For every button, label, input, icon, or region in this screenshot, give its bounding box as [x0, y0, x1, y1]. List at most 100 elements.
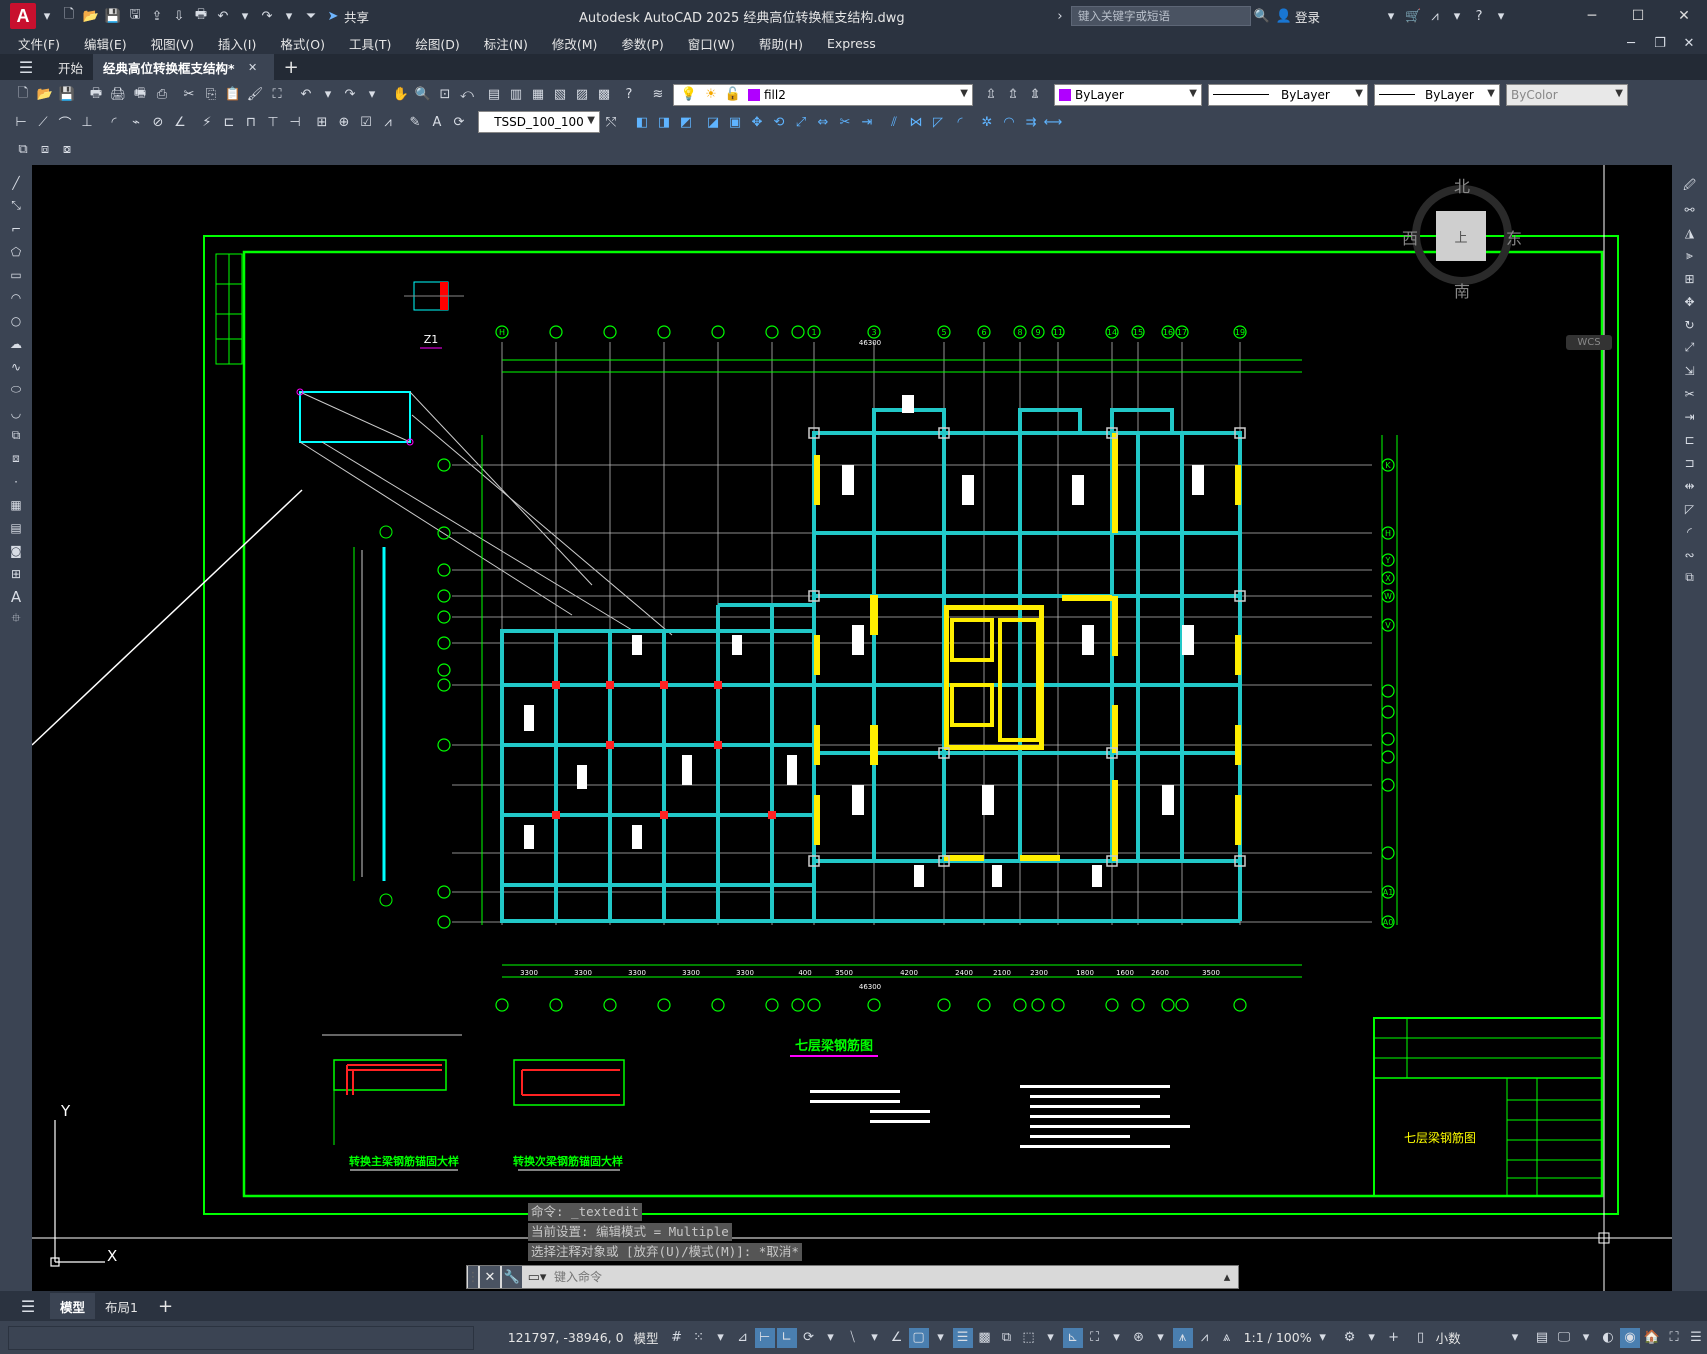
dim-break-icon[interactable]: ⊣: [285, 112, 305, 132]
array-vertical-icon[interactable]: ⊞: [1679, 268, 1701, 289]
make-current-layer-icon[interactable]: ⇫: [981, 85, 1001, 105]
inspection-icon[interactable]: ☑: [356, 112, 376, 132]
3d-osnap-dropdown-icon[interactable]: ▾: [1041, 1328, 1061, 1348]
menu-parametric[interactable]: 参数(P): [609, 34, 675, 53]
paste-icon[interactable]: 📋: [223, 85, 243, 105]
explode-icon[interactable]: ✲: [977, 112, 997, 132]
dynamic-input-icon[interactable]: ⊢: [754, 1327, 775, 1348]
explode-vertical-icon[interactable]: ⧉: [1679, 567, 1701, 588]
add-selected-icon[interactable]: ⯐: [5, 609, 27, 630]
menu-insert[interactable]: 插入(I): [206, 34, 268, 53]
open-icon[interactable]: 📂: [35, 85, 55, 105]
make-block-icon[interactable]: ⧈: [5, 448, 27, 469]
maximize-button[interactable]: ☐: [1615, 0, 1661, 32]
gradient-icon[interactable]: ▤: [5, 517, 27, 538]
stretch-vertical-icon[interactable]: ⇲: [1679, 360, 1701, 381]
hatch-icon[interactable]: ▦: [5, 494, 27, 515]
menu-express[interactable]: Express: [815, 36, 888, 51]
layer-dropdown-icon[interactable]: ▼: [960, 88, 968, 99]
calculator-icon[interactable]: ▩: [594, 85, 614, 105]
ellipse-icon[interactable]: ⬭: [5, 379, 27, 400]
save-as-icon[interactable]: 🖫: [125, 6, 145, 26]
redo-tb-dropdown-icon[interactable]: ▾: [362, 85, 382, 105]
layer-combo[interactable]: 💡 ☀ 🔓 fill2 ▼: [673, 83, 973, 106]
chamfer-icon[interactable]: ◸: [928, 112, 948, 132]
polygon-icon[interactable]: ⬠: [5, 241, 27, 262]
tab-start[interactable]: 开始: [48, 54, 93, 80]
annotation-scale-dropdown-icon[interactable]: ▾: [1313, 1328, 1333, 1348]
layer-properties-icon[interactable]: ≋: [648, 85, 668, 105]
menu-edit[interactable]: 编辑(E): [72, 34, 139, 53]
object-snap-dropdown-icon[interactable]: ▾: [931, 1328, 951, 1348]
workspace-gear-icon[interactable]: ⚙: [1340, 1328, 1360, 1348]
gizmo-icon[interactable]: ⊛: [1129, 1328, 1149, 1348]
matchprop-icon[interactable]: 🖌: [245, 85, 265, 105]
viewcube-top-face[interactable]: 上: [1436, 211, 1486, 261]
polyline-icon[interactable]: ⌐: [5, 218, 27, 239]
layer-previous-icon[interactable]: ⇬: [1003, 85, 1023, 105]
offset-icon[interactable]: ◪: [703, 112, 723, 132]
object-snap-icon[interactable]: ▢: [908, 1327, 929, 1348]
user-icon[interactable]: 👤: [1274, 6, 1294, 26]
quick-properties-icon[interactable]: ▤: [1532, 1328, 1552, 1348]
trim-icon[interactable]: ✂: [835, 112, 855, 132]
circle-icon[interactable]: ○: [5, 310, 27, 331]
units-icon[interactable]: ▯: [1411, 1328, 1431, 1348]
viewcube-east[interactable]: 东: [1506, 225, 1522, 249]
search-expand-icon[interactable]: ›: [1050, 6, 1070, 26]
dimstyle-dropdown-icon[interactable]: ▼: [587, 115, 595, 126]
ortho-icon[interactable]: ∟: [776, 1327, 797, 1348]
region-icon[interactable]: ◙: [5, 540, 27, 561]
selection-filter-dropdown-icon[interactable]: ▾: [1107, 1328, 1127, 1348]
tab-add-layout[interactable]: +: [148, 1293, 183, 1319]
autocad-app-icon[interactable]: A: [10, 3, 36, 29]
hardware-acceleration-icon[interactable]: ◉: [1620, 1327, 1640, 1348]
draworder-icon[interactable]: ⧉: [13, 139, 33, 159]
web-open-icon[interactable]: ⇪: [147, 6, 167, 26]
viewcube-north[interactable]: 北: [1454, 173, 1470, 197]
isodraft-icon[interactable]: ⧹: [843, 1328, 863, 1348]
break-icon[interactable]: ⫽: [884, 112, 904, 132]
search-icon[interactable]: 🔍: [1252, 6, 1272, 26]
undo-icon[interactable]: ↶: [213, 6, 233, 26]
infer-constraints-icon[interactable]: ⊿: [733, 1328, 753, 1348]
move-icon[interactable]: ✥: [747, 112, 767, 132]
save-icon[interactable]: 💾: [103, 6, 123, 26]
close-button[interactable]: ✕: [1661, 0, 1707, 32]
gizmo-dropdown-icon[interactable]: ▾: [1151, 1328, 1171, 1348]
join-vertical-icon[interactable]: ⇹: [1679, 475, 1701, 496]
dim-edit-icon[interactable]: ✎: [405, 112, 425, 132]
move-vertical-icon[interactable]: ✥: [1679, 291, 1701, 312]
polar-dropdown-icon[interactable]: ▾: [821, 1328, 841, 1348]
annotation-visibility-icon[interactable]: ⩚: [1172, 1327, 1193, 1348]
search-input[interactable]: 键入关键字或短语: [1071, 6, 1252, 26]
print-icon[interactable]: 🖶: [86, 85, 106, 105]
transparency-icon[interactable]: ▩: [975, 1328, 995, 1348]
copy-icon[interactable]: ⎘: [201, 85, 221, 105]
annotation-scale-value[interactable]: 1:1 / 100%: [1244, 1330, 1312, 1345]
fillet-vertical-icon[interactable]: ◜: [1679, 521, 1701, 542]
properties-icon[interactable]: ▤: [484, 85, 504, 105]
blend-icon[interactable]: ◠: [999, 112, 1019, 132]
menu-window[interactable]: 窗口(W): [676, 34, 747, 53]
hatch-to-back-icon[interactable]: ⧇: [57, 139, 77, 159]
mirror-vertical-icon[interactable]: ◮: [1679, 222, 1701, 243]
lock-ui-dropdown-icon[interactable]: ▾: [1576, 1328, 1596, 1348]
pan-icon[interactable]: ✋: [391, 85, 411, 105]
trim-vertical-icon[interactable]: ✂: [1679, 383, 1701, 404]
dimstyle-combo[interactable]: TSSD_100_100 ▼: [478, 111, 600, 133]
layer-match-icon[interactable]: ⇭: [1025, 85, 1045, 105]
chamfer-vertical-icon[interactable]: ◸: [1679, 498, 1701, 519]
break-vertical-icon[interactable]: ⊐: [1679, 452, 1701, 473]
new-file-icon[interactable]: 🗋: [59, 6, 79, 26]
dynamic-ucs-icon[interactable]: ⊾: [1062, 1327, 1083, 1348]
tab-active-drawing[interactable]: 经典高位转换框支结构* ✕: [93, 54, 274, 80]
doc-minimize-icon[interactable]: ─: [1621, 33, 1641, 53]
app-menu-chevron-icon[interactable]: ▾: [37, 6, 57, 26]
signin-dropdown-icon[interactable]: ▾: [1381, 6, 1401, 26]
copy-vertical-icon[interactable]: ⚯: [1679, 199, 1701, 220]
tab-layout1[interactable]: 布局1: [95, 1293, 148, 1319]
array-icon[interactable]: ▣: [725, 112, 745, 132]
tab-model[interactable]: 模型: [50, 1293, 96, 1319]
annotation-scale-icon[interactable]: ⩓: [1217, 1328, 1237, 1348]
